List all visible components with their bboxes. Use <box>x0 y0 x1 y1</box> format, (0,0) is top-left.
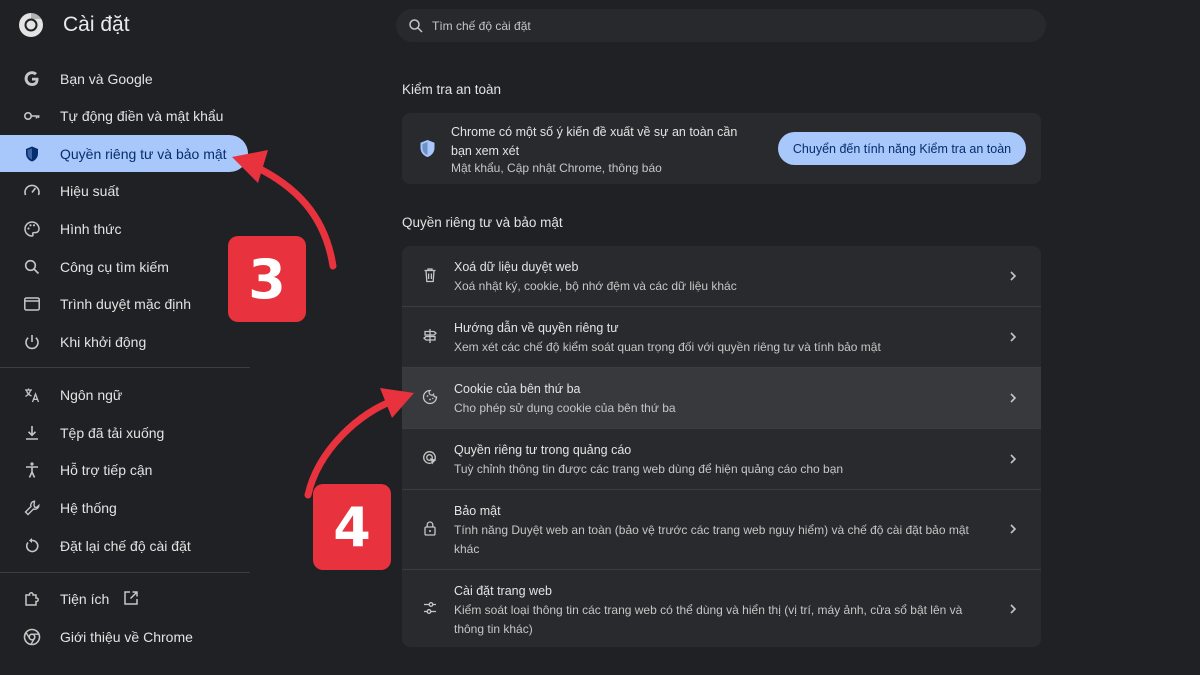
sidebar-item-label: Khi khởi động <box>60 333 147 350</box>
search-icon <box>24 259 40 275</box>
sidebar-item-label: Đặt lại chế độ cài đặt <box>60 537 191 554</box>
shield-check-icon <box>420 140 435 157</box>
safety-detail: Mật khẩu, Cập nhật Chrome, thông báo <box>451 161 662 175</box>
reset-icon <box>25 538 39 553</box>
settings-page: Cài đặt Bạn và Google Tự động điền và mậ… <box>0 0 1200 675</box>
safety-message: Chrome có một số ý kiến đề xuất về sự an… <box>451 125 738 158</box>
go-to-safety-check-button[interactable]: Chuyển đến tính năng Kiểm tra an toàn <box>778 132 1026 165</box>
lock-icon <box>424 521 436 536</box>
sidebar-item-label: Ngôn ngữ <box>60 386 123 403</box>
sidebar-item-performance[interactable]: Hiệu suất <box>0 172 248 209</box>
chrome-icon <box>23 628 41 646</box>
sidebar-item-label: Bạn và Google <box>60 70 153 87</box>
cookie-icon <box>422 389 438 405</box>
sidebar-item-search-engine[interactable]: Công cụ tìm kiếm <box>0 248 248 285</box>
privacy-list: Xoá dữ liệu duyệt web Xoá nhật ký, cooki… <box>402 246 1041 647</box>
chevron-right-icon <box>1010 332 1017 342</box>
row-title: Cài đặt trang web <box>454 584 552 598</box>
sidebar-item-accessibility[interactable]: Hỗ trợ tiếp cận <box>0 451 248 488</box>
row-subtitle: Xem xét các chế độ kiểm soát quan trọng … <box>454 340 881 354</box>
row-title: Xoá dữ liệu duyệt web <box>454 260 579 274</box>
sidebar-item-label: Giới thiệu về Chrome <box>60 628 193 645</box>
browser-window-icon <box>24 297 40 311</box>
chevron-right-icon <box>1010 271 1017 281</box>
sidebar-item-on-startup[interactable]: Khi khởi động <box>0 323 248 360</box>
brand: Cài đặt <box>18 12 130 38</box>
sidebar-item-default-browser[interactable]: Trình duyệt mặc định <box>0 285 248 322</box>
safety-check-card: Chrome có một số ý kiến đề xuất về sự an… <box>402 113 1041 184</box>
sidebar-item-label: Hệ thống <box>60 499 117 516</box>
row-third-party-cookies[interactable]: Cookie của bên thứ ba Cho phép sử dụng c… <box>402 368 1041 428</box>
step-4-badge: 4 <box>313 484 391 570</box>
row-security[interactable]: Bảo mật Tính năng Duyệt web an toàn (bảo… <box>402 490 1041 569</box>
chevron-right-icon <box>1010 393 1017 403</box>
sidebar-item-autofill[interactable]: Tự động điền và mật khẩu <box>0 97 248 134</box>
chevron-right-icon <box>1010 524 1017 534</box>
sidebar-item-label: Quyền riêng tư và bảo mật <box>60 145 227 162</box>
speedometer-icon <box>24 184 40 196</box>
power-icon <box>25 335 39 350</box>
chevron-right-icon <box>1010 454 1017 464</box>
sidebar-item-you-and-google[interactable]: Bạn và Google <box>0 60 248 97</box>
sidebar-item-privacy-security[interactable]: Quyền riêng tư và bảo mật <box>0 135 248 172</box>
sidebar-divider <box>0 572 250 573</box>
search-icon <box>409 18 423 33</box>
accessibility-icon <box>26 462 38 478</box>
sidebar-item-label: Tệp đã tải xuống <box>60 424 165 441</box>
row-privacy-guide[interactable]: Hướng dẫn về quyền riêng tư Xem xét các … <box>402 307 1041 367</box>
chrome-logo-icon <box>19 12 43 37</box>
search-input[interactable]: Tìm chế độ cài đặt <box>432 19 531 33</box>
sidebar-item-languages[interactable]: Ngôn ngữ <box>0 376 248 413</box>
row-subtitle: Kiểm soát loại thông tin các trang web c… <box>454 603 963 636</box>
puzzle-icon <box>25 592 39 606</box>
row-title: Hướng dẫn về quyền riêng tư <box>454 321 619 335</box>
row-subtitle: Tuỳ chỉnh thông tin được các trang web d… <box>454 462 844 476</box>
sidebar-item-label: Hiệu suất <box>60 182 120 199</box>
step4-arrow <box>304 396 399 499</box>
sidebar-item-system[interactable]: Hệ thống <box>0 489 248 526</box>
chevron-right-icon <box>1010 604 1017 614</box>
sidebar: Cài đặt Bạn và Google Tự động điền và mậ… <box>0 0 250 675</box>
sidebar-divider <box>0 367 250 368</box>
palette-icon <box>24 221 40 237</box>
row-subtitle: Xoá nhật ký, cookie, bộ nhớ đệm và các d… <box>454 279 737 293</box>
external-link-icon <box>124 591 138 605</box>
sidebar-item-label: Tiện ích <box>60 590 110 607</box>
shield-icon <box>26 146 38 162</box>
sidebar-item-label: Trình duyệt mặc định <box>60 295 191 312</box>
step-3-badge: 3 <box>228 236 306 322</box>
sidebar-item-about-chrome[interactable]: Giới thiệu về Chrome <box>0 618 248 655</box>
sidebar-item-label: Hỗ trợ tiếp cận <box>60 461 153 478</box>
row-title: Cookie của bên thứ ba <box>454 382 581 396</box>
sidebar-item-extensions[interactable]: Tiện ích <box>0 580 248 617</box>
search-bar[interactable]: Tìm chế độ cài đặt <box>396 9 1046 42</box>
download-icon <box>26 426 38 440</box>
sidebar-item-appearance[interactable]: Hình thức <box>0 210 248 247</box>
sliders-icon <box>424 602 436 614</box>
row-title: Bảo mật <box>454 504 501 518</box>
safety-check-heading: Kiểm tra an toàn <box>402 82 502 97</box>
ad-target-icon <box>423 451 437 465</box>
row-ad-privacy[interactable]: Quyền riêng tư trong quảng cáo Tuỳ chỉnh… <box>402 429 1041 489</box>
row-title: Quyền riêng tư trong quảng cáo <box>454 443 632 457</box>
trash-icon <box>424 268 436 283</box>
signpost-icon <box>423 329 437 343</box>
sidebar-item-label: Công cụ tìm kiếm <box>60 258 169 275</box>
translate-icon <box>25 388 40 403</box>
privacy-heading: Quyền riêng tư và bảo mật <box>402 215 563 230</box>
sidebar-item-label: Tự động điền và mật khẩu <box>60 107 224 124</box>
sidebar-item-downloads[interactable]: Tệp đã tải xuống <box>0 414 248 451</box>
row-subtitle: Tính năng Duyệt web an toàn (bảo vệ trướ… <box>454 523 969 556</box>
row-site-settings[interactable]: Cài đặt trang web Kiểm soát loại thông t… <box>402 570 1041 647</box>
page-title: Cài đặt <box>63 13 130 36</box>
sidebar-item-reset-settings[interactable]: Đặt lại chế độ cài đặt <box>0 527 248 564</box>
key-icon <box>23 112 40 121</box>
google-g-icon <box>24 71 39 86</box>
wrench-icon <box>24 500 40 516</box>
row-subtitle: Cho phép sử dụng cookie của bên thứ ba <box>454 401 676 415</box>
sidebar-item-label: Hình thức <box>60 220 122 237</box>
row-clear-browsing-data[interactable]: Xoá dữ liệu duyệt web Xoá nhật ký, cooki… <box>402 246 1041 306</box>
